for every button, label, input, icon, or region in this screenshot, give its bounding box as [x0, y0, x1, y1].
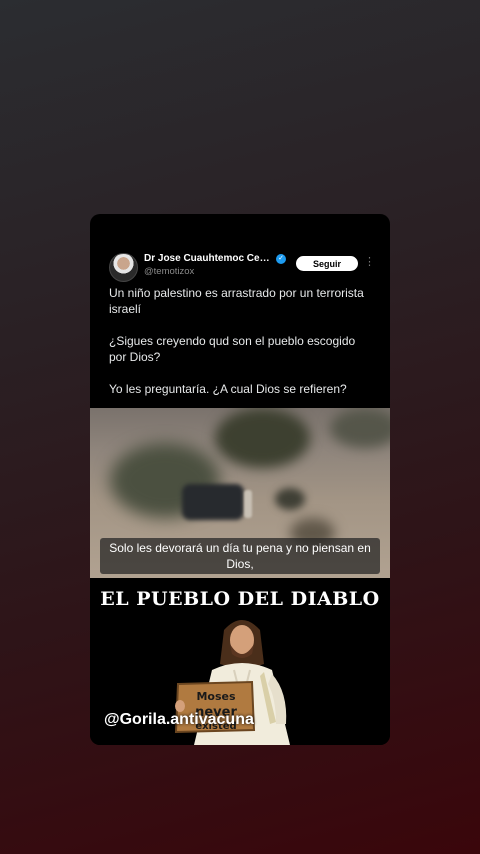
vehicle-shape	[182, 484, 244, 520]
post-card: Dr Jose Cuauhtemoc Cer… ✓ @temotizox Seg…	[90, 214, 390, 745]
video-frame[interactable]: Solo les devorará un día tu pena y no pi…	[90, 408, 390, 578]
tweet-paragraph: Un niño palestino es arrastrado por un t…	[109, 286, 364, 316]
shrub-shape	[215, 408, 310, 468]
watermark-handle: @Gorila.antivacuna	[104, 711, 254, 728]
tweet-header: Dr Jose Cuauhtemoc Cer… ✓ @temotizox Seg…	[90, 214, 390, 284]
verified-badge-icon: ✓	[276, 254, 286, 264]
more-options-icon[interactable]: ⋮	[364, 256, 375, 268]
shrub-shape	[330, 408, 390, 448]
tweet-paragraph: Yo les preguntaría. ¿A cual Dios se refi…	[109, 382, 347, 396]
author-name[interactable]: Dr Jose Cuauhtemoc Cer…	[144, 253, 270, 264]
svg-text:Moses: Moses	[196, 690, 236, 703]
video-subtitle: Solo les devorará un día tu pena y no pi…	[100, 538, 380, 574]
person-shape	[244, 490, 252, 518]
shrub-shape	[275, 488, 305, 510]
tweet-text: Un niño palestino es arrastrado por un t…	[109, 285, 375, 413]
author-avatar[interactable]	[109, 253, 138, 282]
follow-button[interactable]: Seguir	[296, 256, 358, 271]
meme-banner: EL PUEBLO DEL DIABLO Moses never existed…	[90, 578, 390, 745]
tweet-paragraph: ¿Sigues creyendo qud son el pueblo escog…	[109, 334, 356, 364]
author-handle[interactable]: @temotizox	[144, 266, 194, 277]
banner-title: EL PUEBLO DEL DIABLO	[100, 588, 380, 610]
